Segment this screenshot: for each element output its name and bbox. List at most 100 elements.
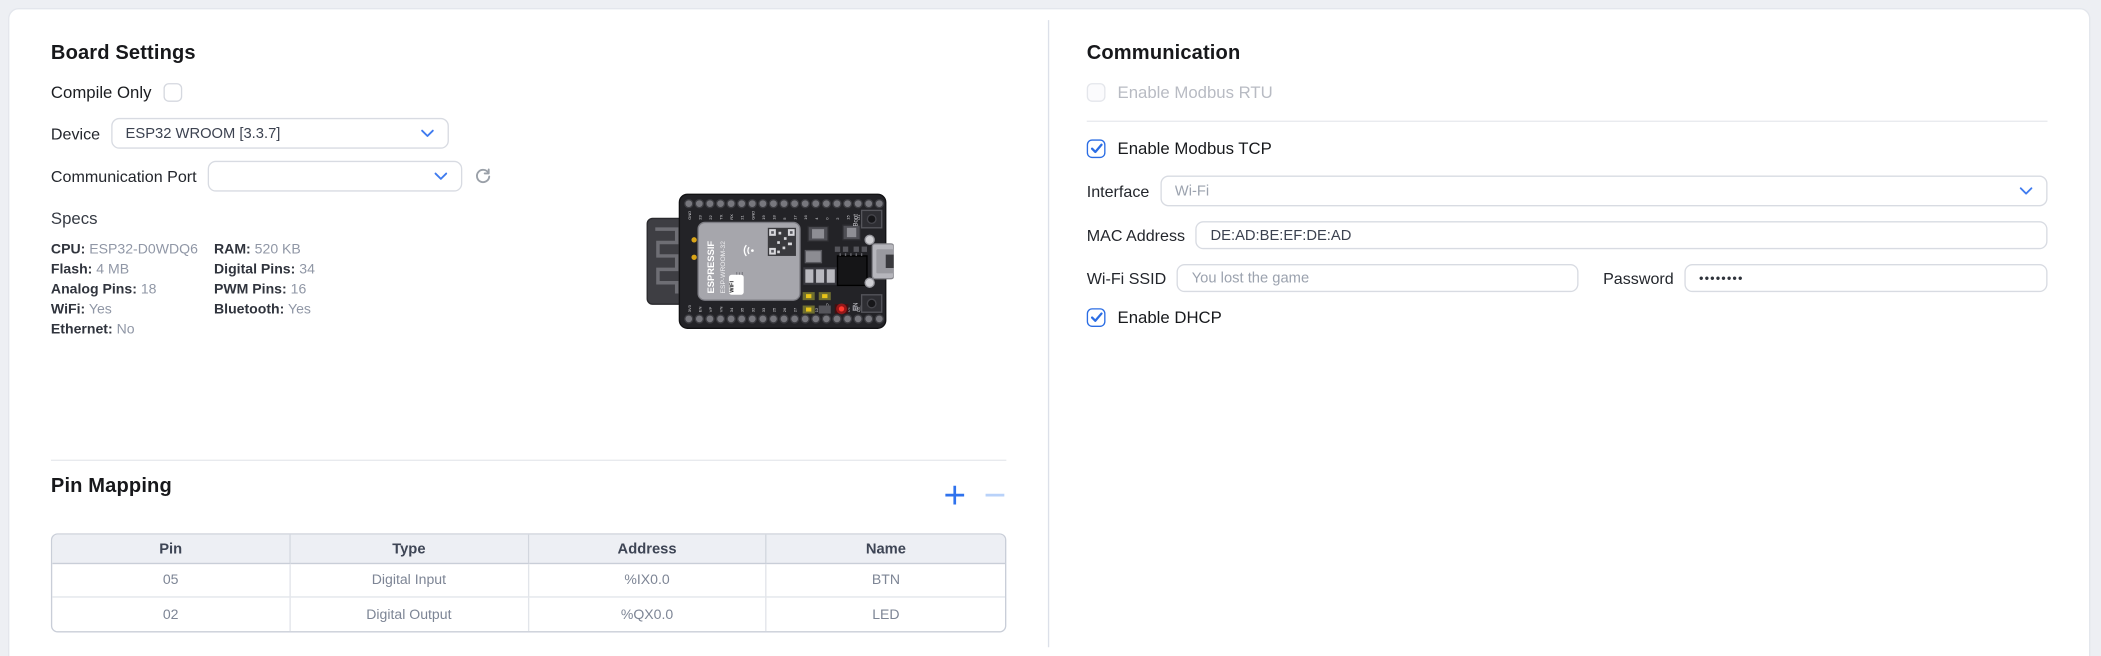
password-label: Password [1603, 268, 1674, 288]
svg-text:GND: GND [687, 211, 692, 220]
spec-digital-pins: Digital Pins: 34 [214, 261, 315, 278]
spec-wifi: WiFi: Yes [50, 301, 112, 318]
interface-select-value: Wi-Fi [1174, 182, 1210, 199]
pin-mapping-title: Pin Mapping [50, 474, 172, 498]
modbus-tcp-checkbox[interactable] [1086, 139, 1106, 159]
modbus-rtu-checkbox [1086, 83, 1106, 102]
cell-address[interactable]: %QX0.0 [529, 597, 767, 632]
table-row[interactable]: 02 Digital Output %QX0.0 LED [52, 597, 1005, 632]
cell-address[interactable]: %IX0.0 [528, 564, 767, 598]
communication-port-select[interactable] [207, 160, 462, 192]
svg-text:VN: VN [719, 307, 724, 313]
svg-text:32: 32 [750, 307, 755, 312]
svg-text:25: 25 [771, 307, 776, 312]
board-wifi-badge: WIFI [730, 281, 736, 293]
compile-only-label: Compile Only [50, 83, 152, 102]
svg-text:19: 19 [761, 215, 766, 220]
svg-text:34: 34 [729, 307, 734, 312]
spec-bluetooth: Bluetooth: Yes [214, 301, 311, 318]
spec-ram: RAM: 520 KB [214, 241, 301, 258]
board-settings-title: Board Settings [50, 41, 196, 65]
svg-text:2: 2 [835, 217, 840, 220]
column-header-pin[interactable]: Pin [52, 534, 291, 565]
enable-dhcp-row: Enable DHCP [1086, 308, 2048, 327]
wifi-ssid-label: Wi-Fi SSID [1086, 268, 1167, 288]
board-settings-panel: Board Settings Compile Only Device ESP32… [9, 9, 1048, 656]
spec-pwm-pins: PWM Pins: 16 [214, 281, 307, 298]
spec-flash: Flash: 4 MB [50, 261, 130, 278]
enable-dhcp-checkbox[interactable] [1086, 308, 1106, 327]
svg-text:3V3: 3V3 [687, 304, 692, 312]
chevron-down-icon [434, 172, 447, 180]
add-row-icon[interactable] [943, 484, 966, 507]
column-header-type[interactable]: Type [290, 534, 529, 565]
svg-text:21: 21 [740, 215, 745, 220]
board-module-text: ESP-WROOM-32 [720, 241, 727, 294]
enable-dhcp-label: Enable DHCP [1117, 308, 1222, 327]
refresh-ports-icon[interactable] [474, 168, 491, 185]
pin-mapping-table: Pin Type Address Name 05 Digital Input %… [50, 533, 1007, 633]
svg-text:4: 4 [814, 217, 819, 220]
chevron-down-icon [2019, 187, 2033, 195]
svg-text:18: 18 [771, 215, 776, 220]
password-input[interactable] [1684, 263, 2048, 293]
svg-text:33: 33 [761, 307, 766, 312]
svg-text:22: 22 [708, 215, 713, 220]
compile-only-checkbox[interactable] [163, 83, 183, 102]
board-boot-label: Boot [854, 214, 860, 227]
remove-row-icon[interactable] [984, 484, 1007, 507]
modbus-tcp-row: Enable Modbus TCP [1086, 139, 2048, 159]
interface-row: Interface Wi-Fi [1086, 175, 2048, 207]
svg-text:5: 5 [782, 217, 787, 220]
svg-text:26: 26 [782, 307, 787, 312]
svg-text:0: 0 [824, 217, 829, 220]
settings-card: Board Settings Compile Only Device ESP32… [8, 8, 2091, 656]
svg-text:EN: EN [697, 307, 702, 313]
svg-text:GND: GND [750, 211, 755, 220]
mac-address-input[interactable] [1195, 221, 2048, 250]
section-divider [1086, 120, 2048, 122]
device-row: Device ESP32 WROOM [3.3.7] [50, 117, 1006, 149]
svg-text:35: 35 [740, 307, 745, 312]
wifi-ssid-input[interactable] [1176, 263, 1579, 293]
modbus-tcp-label: Enable Modbus TCP [1117, 139, 1272, 159]
device-select[interactable]: ESP32 WROOM [3.3.7] [110, 117, 449, 149]
pin-mapping-section: Pin Mapping Pin Type Address Name 05 Dig… [50, 459, 1007, 633]
cell-name[interactable]: BTN [766, 564, 1005, 598]
interface-select[interactable]: Wi-Fi [1160, 175, 2048, 207]
communication-port-label: Communication Port [50, 166, 197, 186]
svg-text:17: 17 [793, 215, 798, 220]
board-settings-page: Board Settings Compile Only Device ESP32… [0, 0, 2101, 656]
mac-address-label: MAC Address [1086, 225, 1186, 245]
svg-text:TX: TX [719, 214, 724, 219]
svg-text:27: 27 [793, 307, 798, 312]
svg-text:23: 23 [697, 215, 702, 220]
cell-type[interactable]: Digital Input [290, 564, 529, 598]
board-en-label: EN [854, 303, 860, 311]
spec-analog-pins: Analog Pins: 18 [50, 281, 157, 298]
svg-text:15: 15 [846, 215, 851, 220]
svg-text:VP: VP [708, 307, 713, 313]
chevron-down-icon [420, 129, 434, 137]
table-row[interactable]: 05 Digital Input %IX0.0 BTN [52, 564, 1005, 598]
board-image: GND2322TXRX21GND19185171640215D1D0CLK 3V… [645, 192, 895, 331]
svg-text:16: 16 [803, 215, 808, 220]
modbus-rtu-row: Enable Modbus RTU [1086, 83, 2048, 102]
modbus-rtu-label: Enable Modbus RTU [1117, 83, 1273, 102]
svg-text:RX: RX [729, 214, 734, 220]
wifi-credentials-row: Wi-Fi SSID Password [1086, 263, 2048, 293]
column-header-name[interactable]: Name [766, 534, 1005, 565]
column-header-address[interactable]: Address [528, 534, 767, 565]
mac-address-row: MAC Address [1086, 221, 2048, 250]
board-brand-text: ESPRESSIF [706, 241, 716, 294]
cell-pin[interactable]: 05 [52, 564, 291, 598]
section-divider [50, 459, 1007, 461]
interface-label: Interface [1086, 181, 1150, 201]
spec-ethernet: Ethernet: No [50, 321, 135, 338]
cell-pin[interactable]: 02 [52, 597, 291, 632]
device-label: Device [50, 123, 101, 143]
spec-cpu: CPU: ESP32-D0WDQ6 [50, 241, 198, 258]
cell-type[interactable]: Digital Output [290, 597, 529, 632]
cell-name[interactable]: LED [767, 598, 1005, 632]
compile-only-row: Compile Only [51, 83, 1006, 102]
